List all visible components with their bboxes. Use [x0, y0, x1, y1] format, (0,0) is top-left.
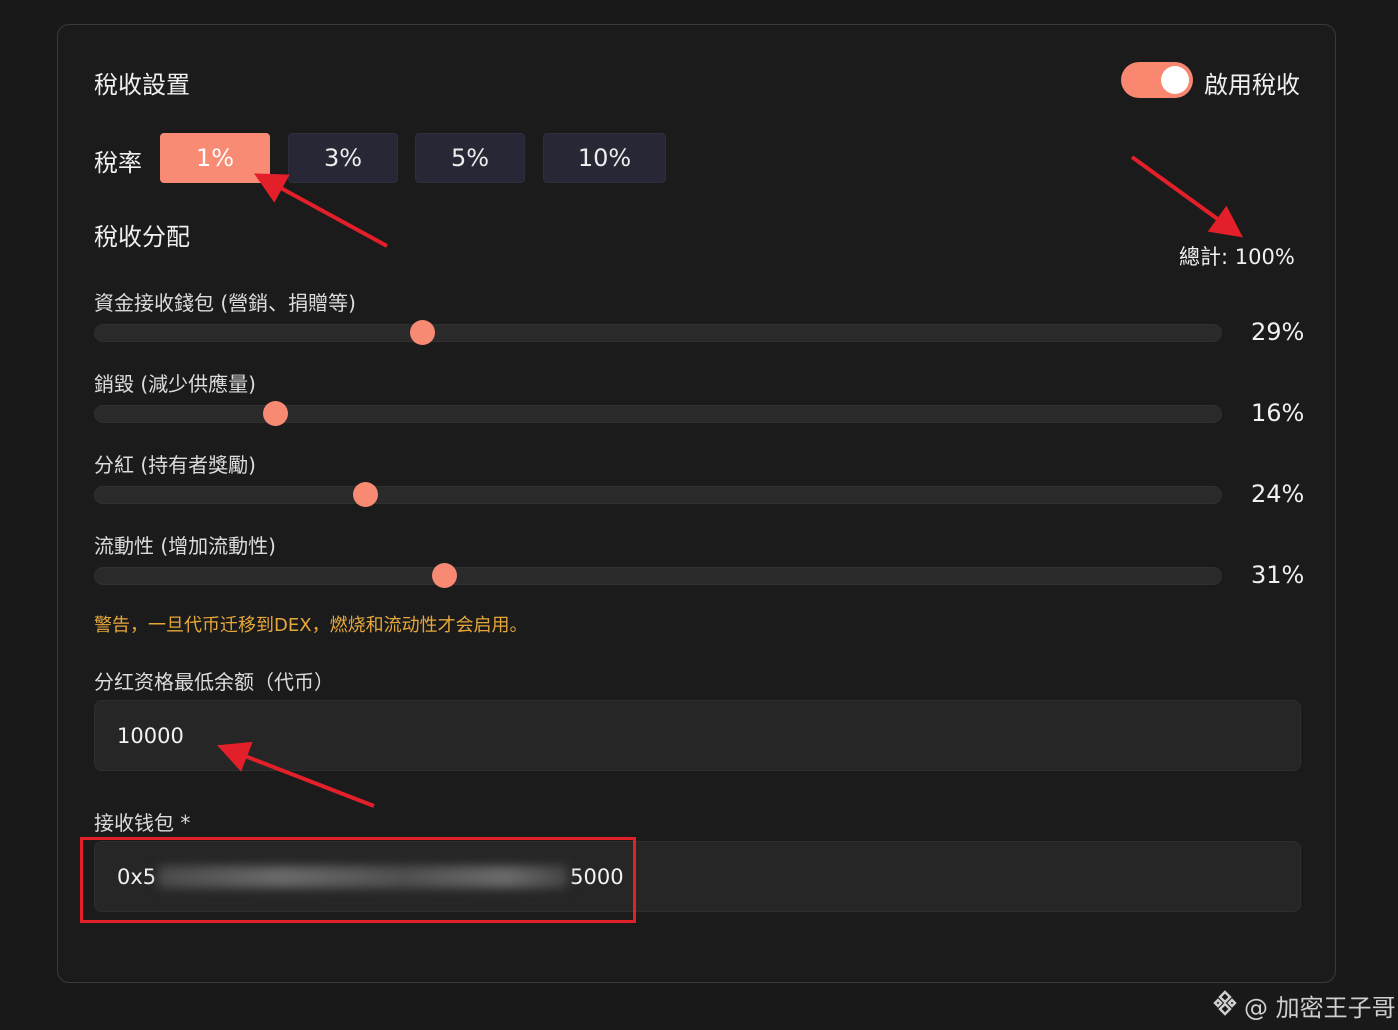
arrow-to-dividend-input: [217, 741, 375, 808]
arrow-to-total: [1130, 155, 1243, 238]
arrow-to-rate: [253, 173, 388, 248]
watermark-text: @ 加密王子哥: [1244, 994, 1396, 1022]
binance-logo-icon: [1212, 989, 1238, 1022]
annotation-arrows: [217, 155, 1243, 808]
watermark: @ 加密王子哥: [1212, 988, 1396, 1023]
